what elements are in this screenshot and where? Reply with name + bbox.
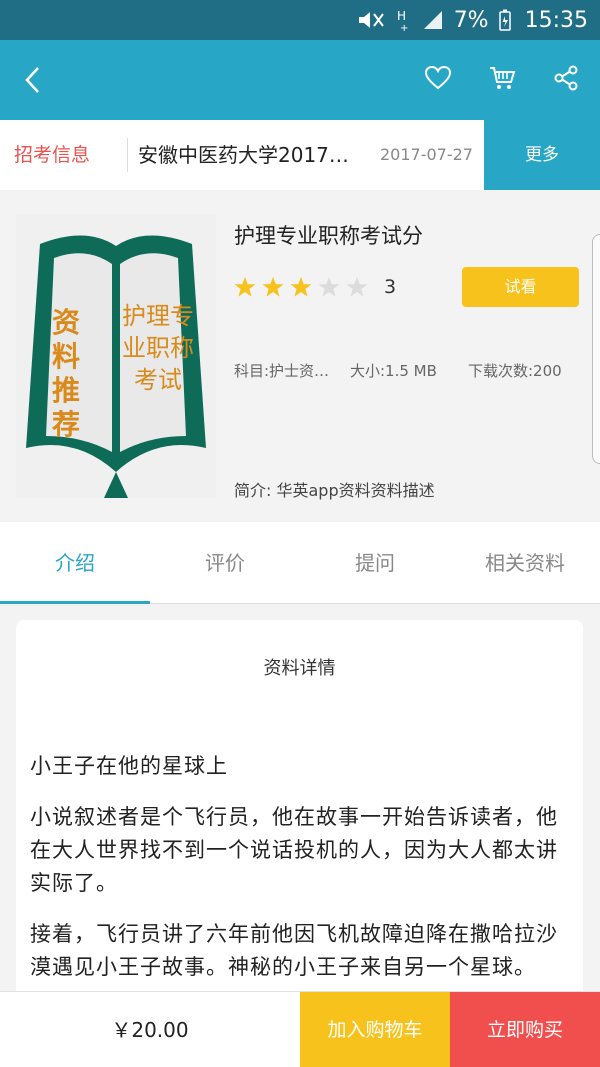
add-to-cart-button[interactable]: 加入购物车: [300, 992, 450, 1067]
book-cover-image: 资料推荐 护理专业职称考试: [16, 214, 216, 498]
star-empty-icon: [318, 276, 340, 297]
rating-stars: [234, 276, 368, 298]
tab-intro[interactable]: 介绍: [0, 522, 150, 604]
tab-questions[interactable]: 提问: [300, 522, 450, 603]
svg-text:+: +: [400, 23, 408, 32]
star-filled-icon: [234, 276, 256, 297]
svg-text:H: H: [397, 9, 406, 23]
product-intro: 简介: 华英app资料资料描述: [234, 481, 435, 500]
cover-text-right: 护理专业职称考试: [122, 302, 194, 394]
share-button[interactable]: [552, 64, 580, 92]
heart-icon: [424, 65, 452, 90]
notice-tag: 招考信息: [0, 138, 128, 172]
star-empty-icon: [346, 276, 368, 297]
chevron-left-icon: [25, 67, 39, 93]
file-size-label: 大小:1.5 MB: [350, 362, 437, 380]
clock: 15:35: [524, 7, 588, 33]
more-button[interactable]: 更多: [484, 120, 600, 190]
detail-body: 小王子在他的星球上 小说叙述者是个飞行员，他在故事一开始告诉读者，他在大人世界找…: [30, 750, 570, 1002]
price-label: ￥20.00: [111, 1018, 189, 1042]
share-icon: [554, 65, 578, 91]
bottom-action-bar: ￥20.00 加入购物车 立即购买: [0, 991, 600, 1067]
status-bar: H + 7% 15:35: [0, 0, 600, 40]
tab-related[interactable]: 相关资料: [450, 522, 600, 603]
notice-bar: 招考信息 安徽中医药大学2017… 2017-07-27 更多: [0, 120, 600, 190]
product-title: 护理专业职称考试分: [234, 224, 423, 248]
detail-heading: 资料详情: [263, 658, 336, 679]
tab-bar: 介绍 评价 提问 相关资料: [0, 522, 600, 604]
cart-button[interactable]: [488, 64, 516, 92]
notice-date: 2017-07-27: [380, 145, 473, 164]
favorite-button[interactable]: [424, 64, 452, 92]
mute-icon: [358, 12, 384, 28]
battery-icon: [498, 9, 511, 31]
network-h-plus-icon: H +: [397, 9, 408, 32]
subject-label: 科目:护士资…: [234, 362, 330, 380]
notice-title-link[interactable]: 安徽中医药大学2017…: [138, 120, 370, 190]
cover-text-left: 资料推荐: [52, 306, 81, 441]
side-drawer-handle[interactable]: [592, 234, 600, 464]
battery-percent: 7%: [453, 7, 489, 33]
star-filled-icon: [290, 276, 312, 297]
detail-paragraph: 小王子在他的星球上: [30, 754, 228, 778]
star-filled-icon: [262, 276, 284, 297]
back-button[interactable]: [18, 64, 50, 96]
cart-icon: [490, 67, 516, 89]
app-header: [0, 40, 600, 120]
tab-reviews[interactable]: 评价: [150, 522, 300, 603]
preview-button[interactable]: 试看: [462, 267, 579, 307]
product-card: 资料推荐 护理专业职称考试 护理专业职称考试分 3 试看 科目:护士资… 大小:…: [0, 190, 600, 522]
rating-value: 3: [384, 276, 397, 298]
detail-paragraph: 小说叙述者是个飞行员，他在故事一开始告诉读者，他在大人世界找不到一个说话投机的人…: [30, 805, 558, 895]
buy-now-button[interactable]: 立即购买: [450, 992, 600, 1067]
download-count-label: 下载次数:200: [468, 362, 562, 380]
signal-icon: [423, 11, 442, 29]
detail-paragraph: 接着，飞行员讲了六年前他因飞机故障迫降在撒哈拉沙漠遇见小王子故事。神秘的小王子来…: [30, 922, 558, 979]
